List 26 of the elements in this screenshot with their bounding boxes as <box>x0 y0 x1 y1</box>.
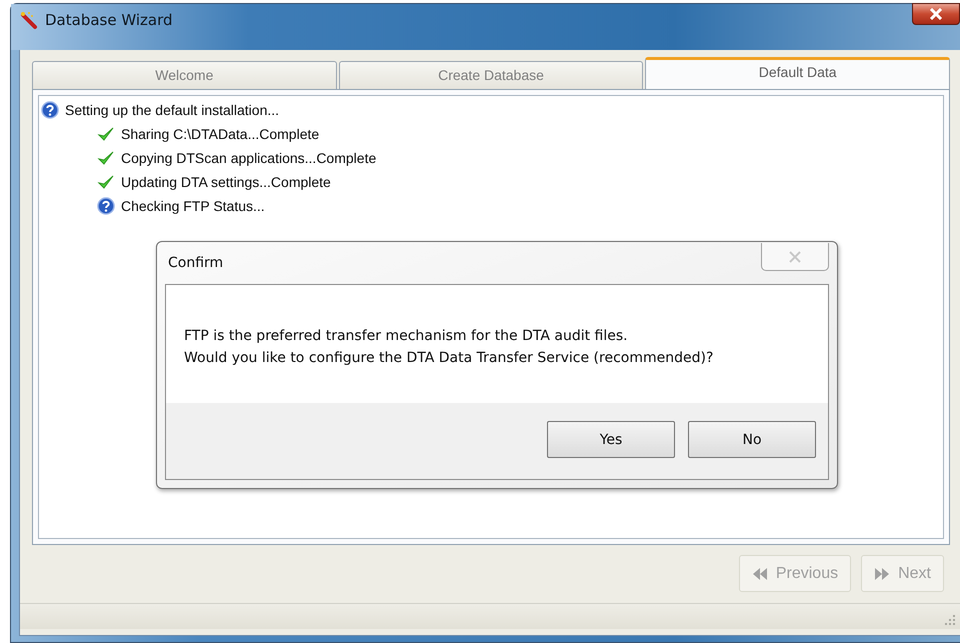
log-line: Copying DTScan applications...Complete <box>121 150 376 166</box>
log-line: Checking FTP Status... <box>121 198 265 214</box>
double-left-arrow-icon <box>752 566 768 580</box>
close-button[interactable] <box>912 3 960 25</box>
tab[interactable]: Create Database <box>338 61 644 89</box>
message-text: Would you like to configure the DTA Data Transfer Service (recommended)? <box>184 349 714 368</box>
dialog-button[interactable]: No <box>688 421 816 458</box>
dialog-title: Confirm <box>168 255 224 271</box>
tab[interactable]: Default Data <box>645 57 950 90</box>
double-right-arrow-icon <box>874 566 890 580</box>
message-text: FTP is the preferred transfer mechanism for the DTA audit files. <box>184 327 629 346</box>
checkmark-icon <box>97 125 115 143</box>
log-line: Updating DTA settings...Complete <box>121 174 331 190</box>
checkmark-icon <box>97 149 115 167</box>
close-icon <box>788 250 802 262</box>
question-icon <box>41 101 59 119</box>
dialog-button[interactable]: Yes <box>547 421 675 458</box>
log-line: Setting up the default installation... <box>65 102 280 118</box>
window-title: Database Wizard <box>45 11 172 29</box>
tab[interactable]: Welcome <box>32 61 337 89</box>
question-icon <box>97 197 115 215</box>
checkmark-icon <box>97 173 115 191</box>
magic-wand-icon <box>19 10 39 30</box>
log-line: Sharing C:\DTAData...Complete <box>121 126 320 142</box>
resize-grip-icon <box>944 614 956 626</box>
close-icon <box>929 8 943 20</box>
